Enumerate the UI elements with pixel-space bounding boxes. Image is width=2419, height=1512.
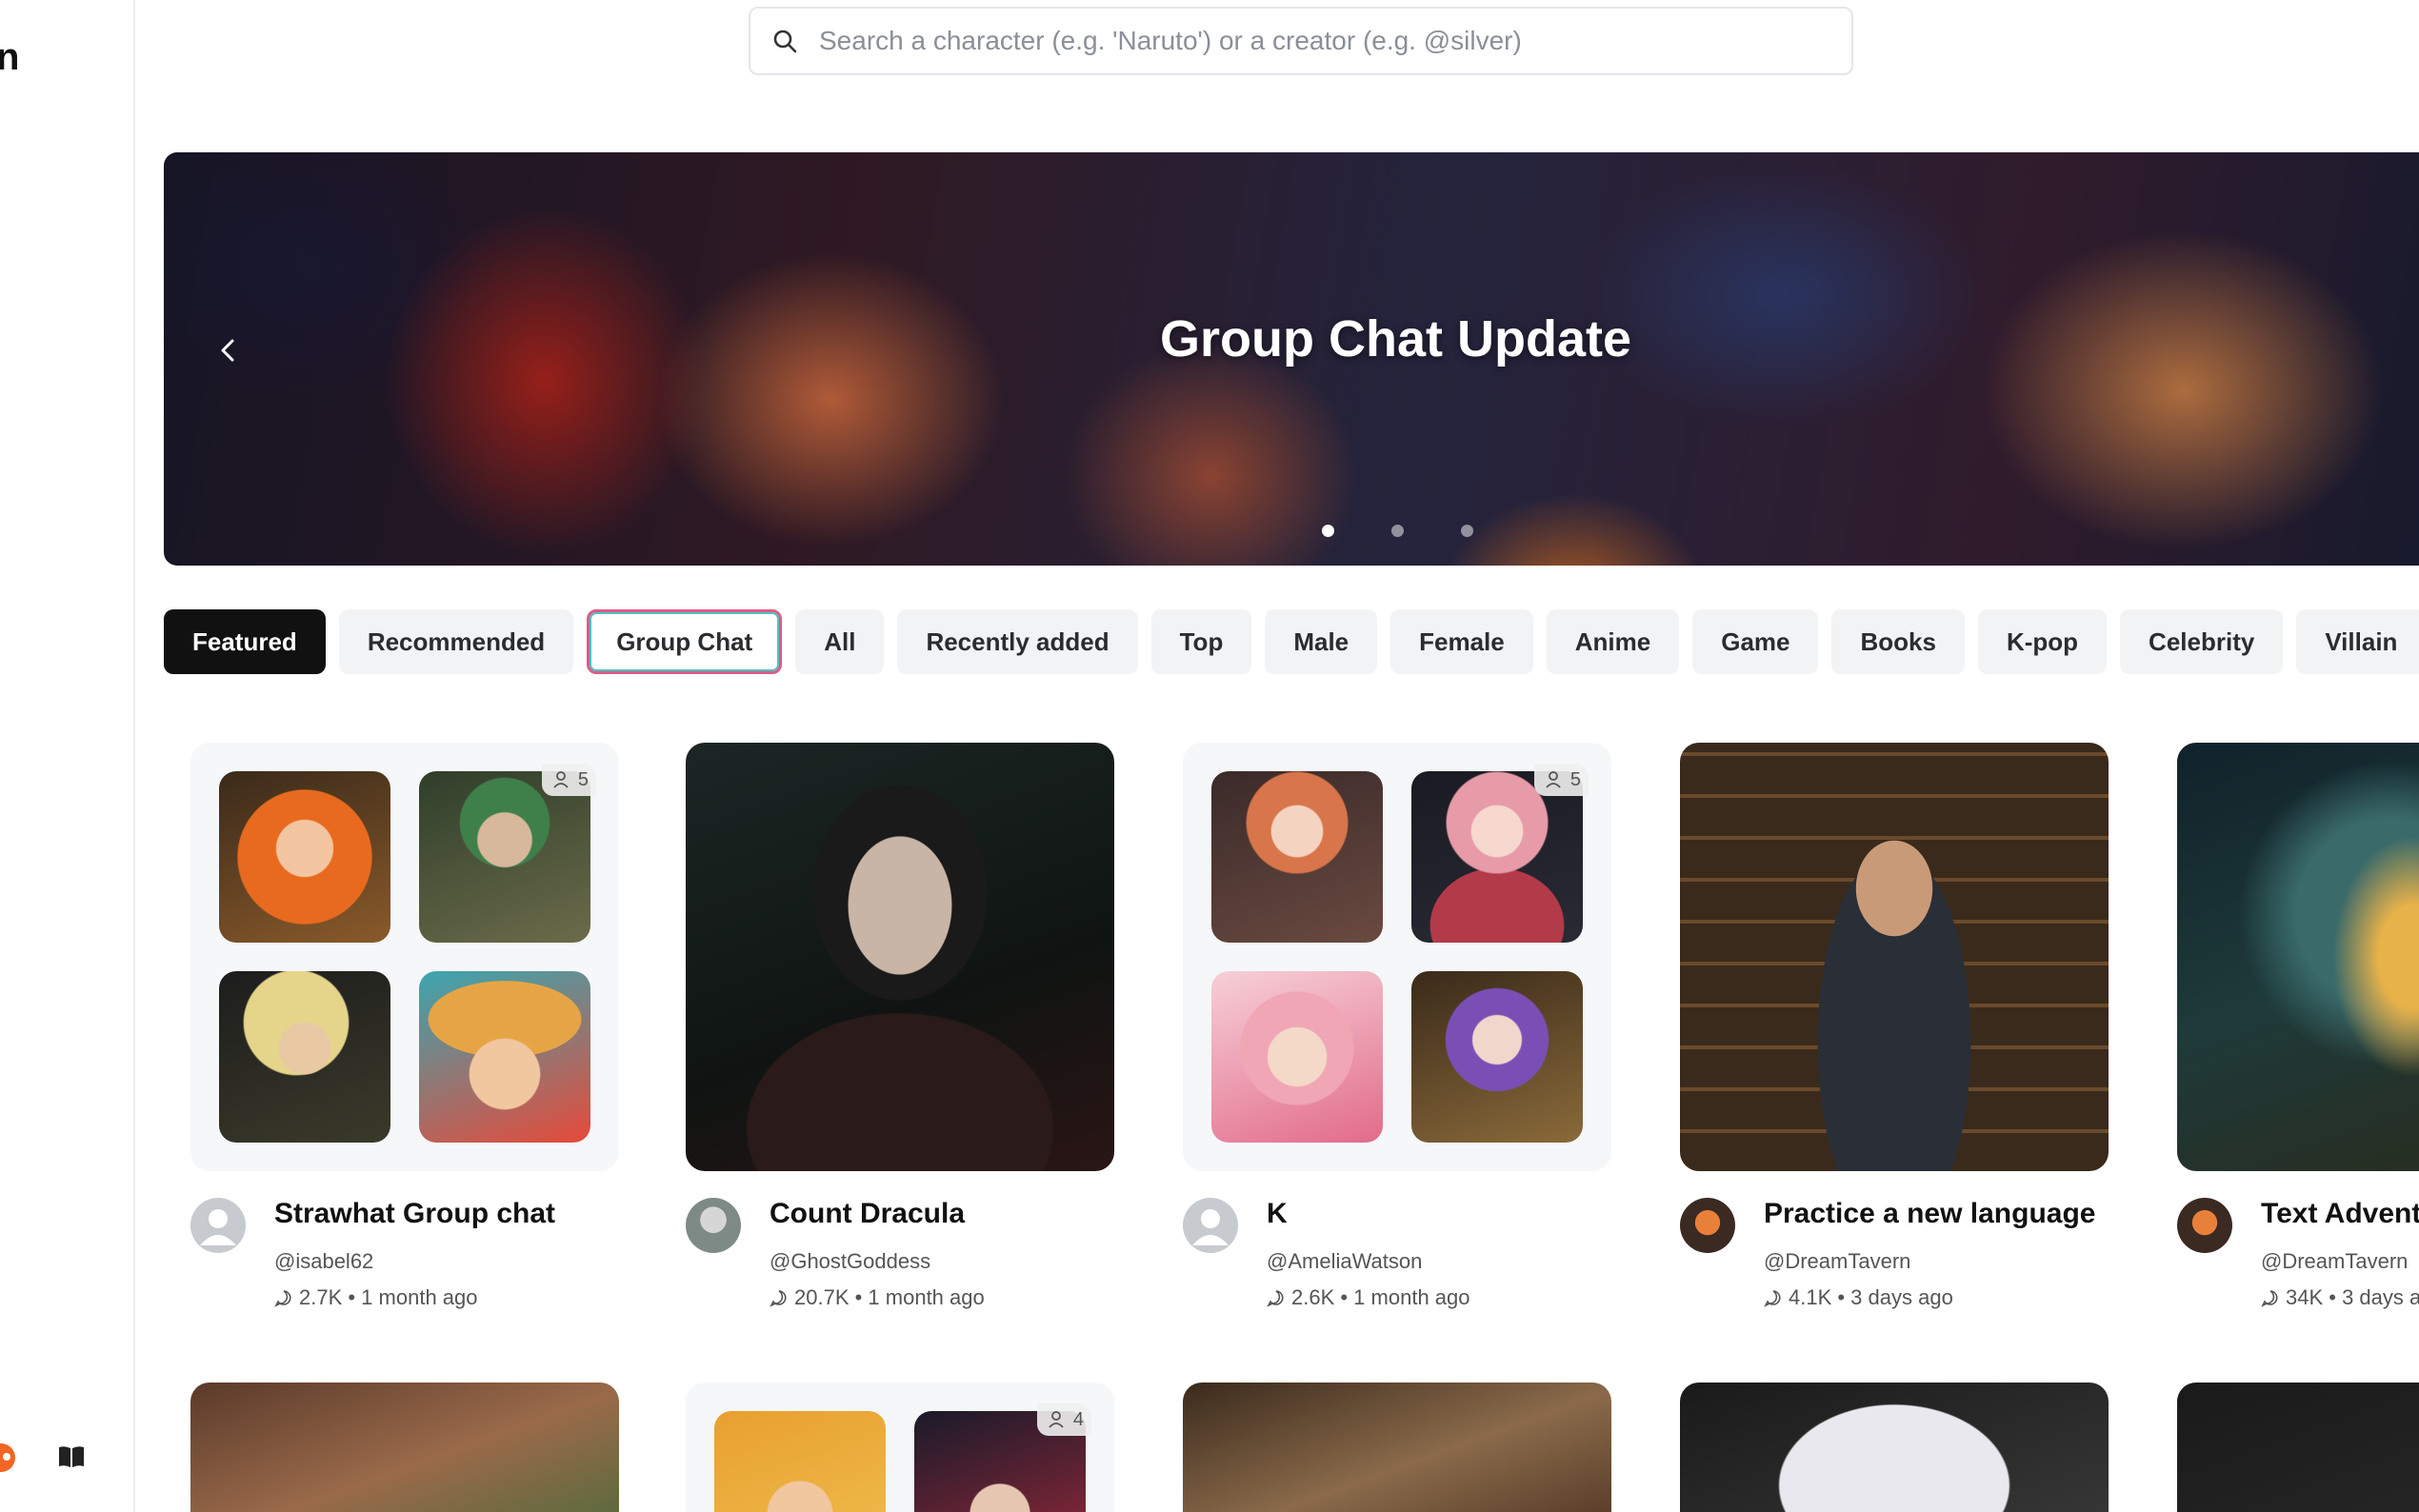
character-card[interactable] [1680,1383,2109,1512]
character-card[interactable]: Count Dracula @GhostGoddess 20.7K • 1 mo… [686,743,1114,1341]
card-stats: 34K • 3 days ago [2261,1285,2419,1310]
creator-handle[interactable]: @GhostGoddess [770,1249,930,1274]
character-image [219,771,390,943]
chat-count: 2.6K • 1 month ago [1291,1285,1470,1309]
chat-count: 2.7K • 1 month ago [299,1285,478,1309]
character-image [419,771,590,943]
banner-pagination [1322,525,1473,537]
character-image [219,971,390,1143]
creator-handle[interactable]: @DreamTavern [1764,1249,1910,1274]
chat-bubble-icon [274,1290,291,1307]
tab-villain[interactable]: Villain [2296,609,2419,674]
card-stats: 2.7K • 1 month ago [274,1285,478,1310]
hero-banner[interactable]: Group Chat Update [164,152,2419,566]
banner-dot[interactable] [1322,525,1334,537]
character-card[interactable] [190,1383,619,1512]
member-count: 5 [1569,768,1581,790]
chat-bubble-icon [2261,1290,2278,1307]
tab-group-chat[interactable]: Group Chat [587,609,783,674]
chat-count: 34K • 3 days ago [2286,1285,2419,1309]
avatar[interactable] [1680,1198,1735,1253]
tab-featured[interactable]: Featured [164,609,326,674]
default-avatar-icon [1192,1209,1229,1245]
avatar[interactable] [190,1198,246,1253]
chat-bubble-icon [1267,1290,1284,1307]
group-chat-thumbnail[interactable]: 5 [1183,743,1611,1171]
tab-books[interactable]: Books [1831,609,1965,674]
tab-top[interactable]: Top [1150,609,1252,674]
tab-all[interactable]: All [795,609,885,674]
character-card[interactable]: Practice a new language @DreamTavern 4.1… [1680,743,2109,1341]
character-card[interactable]: 5 Strawhat Group chat @isabel62 2.7K • 1… [190,743,619,1341]
creator-handle[interactable]: @AmeliaWatson [1267,1249,1422,1274]
search-input[interactable] [819,26,1851,56]
tab-male[interactable]: Male [1265,609,1378,674]
character-image [419,971,590,1143]
tab-anime[interactable]: Anime [1546,609,1680,674]
character-image [1411,771,1583,943]
tab-kpop[interactable]: K-pop [1977,609,2108,674]
search-bar[interactable] [749,7,1853,75]
chat-bubble-icon [770,1290,787,1307]
chevron-left-icon [221,339,234,362]
member-count: 4 [1072,1408,1084,1430]
sidebar-footer [0,1436,135,1474]
character-card[interactable]: 4 [686,1383,1114,1512]
app-logo[interactable]: n [0,36,19,79]
avatar[interactable] [2177,1198,2232,1253]
banner-dot[interactable] [1391,525,1404,537]
character-card[interactable]: Text Adventure @DreamTavern 34K • 3 days… [2177,743,2419,1341]
creator-handle[interactable]: @isabel62 [274,1249,373,1274]
search-icon [773,30,797,53]
tab-recently-added[interactable]: Recently added [897,609,1138,674]
tab-celebrity[interactable]: Celebrity [2120,609,2284,674]
person-icon [1049,1411,1064,1428]
person-icon [1546,771,1561,788]
tab-female[interactable]: Female [1390,609,1533,674]
character-image[interactable] [2177,743,2419,1171]
banner-title: Group Chat Update [1160,310,1631,368]
avatar[interactable] [1183,1198,1238,1253]
card-title[interactable]: Practice a new language [1764,1198,2095,1230]
chat-bubble-icon [1764,1290,1781,1307]
banner-prev-button[interactable] [213,329,242,371]
character-card[interactable] [2177,1383,2419,1512]
card-title[interactable]: Text Adventure [2261,1198,2419,1230]
card-stats: 20.7K • 1 month ago [770,1285,985,1310]
character-image [714,1411,886,1512]
card-title[interactable]: Count Dracula [770,1198,965,1230]
default-avatar-icon [200,1209,236,1245]
character-image [1211,971,1383,1143]
person-icon [553,771,569,788]
card-title[interactable]: Strawhat Group chat [274,1198,555,1230]
sidebar: n [0,0,135,1512]
character-image [1211,771,1383,943]
character-image[interactable] [686,743,1114,1171]
card-stats: 4.1K • 3 days ago [1764,1285,1953,1310]
book-icon[interactable] [57,1443,86,1470]
character-card[interactable] [1183,1383,1611,1512]
member-count: 5 [577,768,589,790]
member-count-badge: 5 [1533,764,1589,796]
discord-icon[interactable] [0,1443,15,1472]
chat-count: 20.7K • 1 month ago [794,1285,985,1309]
avatar[interactable] [686,1198,741,1253]
character-image[interactable] [1680,743,2109,1171]
card-stats: 2.6K • 1 month ago [1267,1285,1470,1310]
character-image [1411,971,1583,1143]
tab-recommended[interactable]: Recommended [338,609,574,674]
character-card[interactable]: 5 K @AmeliaWatson 2.6K • 1 month ago [1183,743,1611,1341]
member-count-badge: 5 [541,764,596,796]
group-chat-thumbnail[interactable]: 5 [190,743,619,1171]
member-count-badge: 4 [1036,1403,1091,1436]
creator-handle[interactable]: @DreamTavern [2261,1249,2408,1274]
card-title[interactable]: K [1267,1198,1288,1230]
category-tabs: Featured Recommended Group Chat All Rece… [164,609,2419,674]
chat-count: 4.1K • 3 days ago [1789,1285,1953,1309]
tab-game[interactable]: Game [1692,609,1819,674]
banner-dot[interactable] [1461,525,1473,537]
